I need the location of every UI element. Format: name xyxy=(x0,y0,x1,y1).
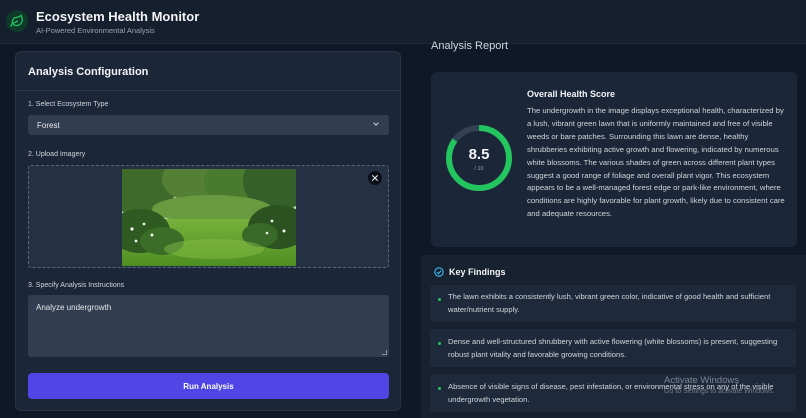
finding-text: Dense and well-structured shrubbery with… xyxy=(448,337,778,359)
app-header: Ecosystem Health Monitor AI-Powered Envi… xyxy=(0,0,806,44)
bullet-dot xyxy=(438,298,441,301)
ecosystem-type-label: 1. Select Ecosystem Type xyxy=(28,101,109,108)
textarea-resize-handle[interactable] xyxy=(382,350,387,355)
ecosystem-type-value: Forest xyxy=(37,120,60,130)
upload-dropzone[interactable] xyxy=(28,165,389,268)
upload-imagery-label: 2. Upload Imagery xyxy=(28,151,86,158)
instructions-label: 3. Specify Analysis Instructions xyxy=(28,282,125,289)
ecosystem-type-select[interactable]: Forest xyxy=(28,115,389,135)
finding-text: The lawn exhibits a consistently lush, v… xyxy=(448,292,771,314)
analysis-configuration-panel: Analysis Configuration 1. Select Ecosyst… xyxy=(15,51,401,411)
key-findings-heading: Key Findings xyxy=(434,267,506,277)
health-score-max: / 10 xyxy=(474,166,484,172)
app-subtitle: AI-Powered Environmental Analysis xyxy=(36,26,155,35)
health-score-description: The undergrowth in the image displays ex… xyxy=(527,106,785,219)
chevron-down-icon xyxy=(372,120,380,130)
close-icon xyxy=(372,175,378,181)
activate-windows-subtitle: Go to Settings to activate Windows. xyxy=(664,388,775,395)
finding-item: Dense and well-structured shrubbery with… xyxy=(430,329,796,367)
bullet-dot xyxy=(438,387,441,390)
divider xyxy=(16,90,400,91)
check-circle-icon xyxy=(434,267,444,277)
overall-health-score-card: 8.5 / 10 Overall Health Score The underg… xyxy=(431,72,797,247)
bullet-dot xyxy=(438,342,441,345)
finding-item: The lawn exhibits a consistently lush, v… xyxy=(430,285,796,322)
remove-image-button[interactable] xyxy=(368,171,382,185)
health-score-value: 8.5 xyxy=(468,146,490,163)
config-title: Analysis Configuration xyxy=(28,66,149,78)
health-score-title: Overall Health Score xyxy=(527,89,616,99)
uploaded-image-preview xyxy=(122,169,296,266)
run-analysis-button[interactable]: Run Analysis xyxy=(28,373,389,399)
activate-windows-watermark: Activate Windows xyxy=(664,375,739,386)
app-title: Ecosystem Health Monitor xyxy=(36,9,200,24)
report-heading: Analysis Report xyxy=(431,40,509,52)
leaf-icon xyxy=(6,10,28,32)
instructions-textarea[interactable]: Analyze undergrowth xyxy=(28,295,389,357)
key-findings-title: Key Findings xyxy=(449,267,506,277)
